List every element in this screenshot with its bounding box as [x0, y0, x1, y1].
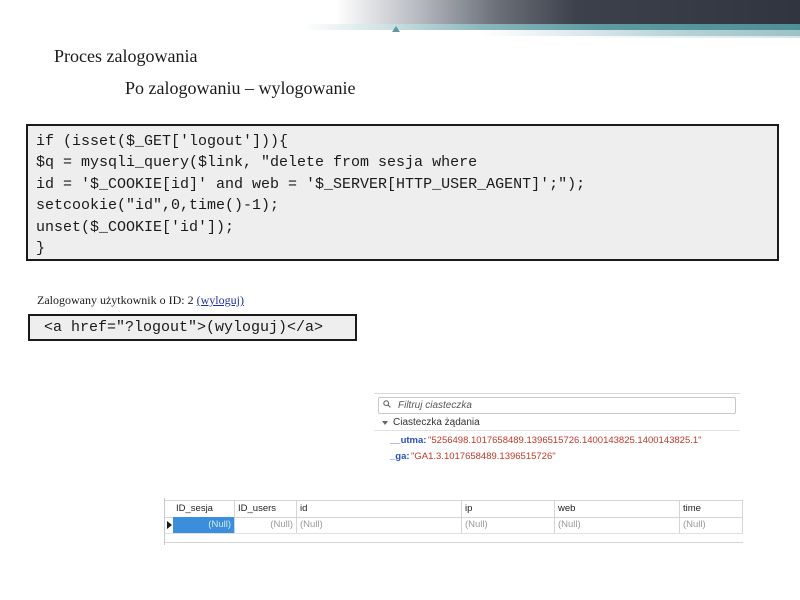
code-line: unset($_COOKIE['id']); — [36, 218, 235, 236]
logout-href-code-block: <a href="?logout">(wyloguj)</a> — [28, 314, 357, 341]
cookie-name: _ga: — [390, 451, 410, 462]
cookie-row[interactable]: _ga: "GA1.3.1017658489.1396515726" — [374, 450, 740, 464]
cookie-value: "GA1.3.1017658489.1396515726" — [411, 451, 556, 462]
code-line: if (isset($_GET['logout'])){ — [36, 133, 289, 150]
code-line: $q = mysqli_query($link, "delete from se… — [36, 154, 478, 172]
cookie-section-label: Ciasteczka żądania — [393, 417, 480, 428]
code-line: setcookie("id",0,time()-1); — [36, 197, 280, 215]
top-banner-dark-band — [0, 0, 800, 24]
db-cell[interactable]: (Null) — [555, 517, 680, 533]
current-row-marker-icon — [167, 521, 172, 529]
code-line: id = '$_COOKIE[id]' and web = '$_SERVER[… — [36, 175, 586, 193]
db-column-header[interactable]: id — [297, 501, 462, 517]
cookie-section-header[interactable]: Ciasteczka żądania — [374, 416, 740, 431]
slide-title: Proces zalogowania — [54, 46, 198, 66]
php-code-block: if (isset($_GET['logout'])){ $q = mysqli… — [26, 124, 779, 261]
db-cell[interactable]: (Null) — [680, 517, 743, 533]
banner-arrow-icon — [392, 26, 400, 32]
href-code-line: <a href="?logout">(wyloguj)</a> — [44, 319, 324, 336]
db-column-header[interactable]: ID_sesja — [173, 501, 235, 517]
db-cell[interactable]: (Null) — [173, 517, 235, 533]
db-column-header[interactable]: ID_users — [235, 501, 297, 517]
cookie-panel: Filtruj ciasteczka Ciasteczka żądania __… — [374, 393, 740, 491]
db-column-header[interactable]: time — [680, 501, 743, 517]
slide-subtitle: Po zalogowaniu – wylogowanie — [125, 78, 356, 98]
db-result-grid: ID_sesja ID_users id ip web time (Null) … — [164, 498, 743, 545]
top-banner — [0, 0, 800, 38]
cookie-row[interactable]: __utma: "5256498.1017658489.1396515726.1… — [374, 434, 740, 448]
db-cell[interactable]: (Null) — [462, 517, 555, 533]
cookie-value: "5256498.1017658489.1396515726.140014382… — [428, 435, 702, 446]
search-icon — [383, 400, 391, 408]
table-row[interactable]: (Null) (Null) (Null) (Null) (Null) (Null… — [165, 517, 743, 534]
db-header-row: ID_sesja ID_users id ip web time — [165, 500, 743, 518]
cookie-filter-placeholder: Filtruj ciasteczka — [398, 400, 472, 411]
logged-user-text: Zalogowany użytkownik o ID: 2 — [37, 293, 197, 307]
db-cell[interactable]: (Null) — [297, 517, 462, 533]
code-line: } — [36, 240, 46, 258]
cookie-filter-input[interactable]: Filtruj ciasteczka — [378, 397, 736, 414]
grid-divider — [165, 542, 743, 543]
db-column-header[interactable]: ip — [462, 501, 555, 517]
cookie-name: __utma: — [390, 435, 427, 446]
logout-link[interactable]: (wyloguj) — [197, 293, 244, 307]
logged-user-line: Zalogowany użytkownik o ID: 2 (wyloguj) — [37, 293, 244, 308]
db-column-header[interactable]: web — [555, 501, 680, 517]
top-banner-line — [0, 36, 800, 38]
expand-triangle-icon — [382, 421, 388, 425]
db-cell[interactable]: (Null) — [235, 517, 297, 533]
